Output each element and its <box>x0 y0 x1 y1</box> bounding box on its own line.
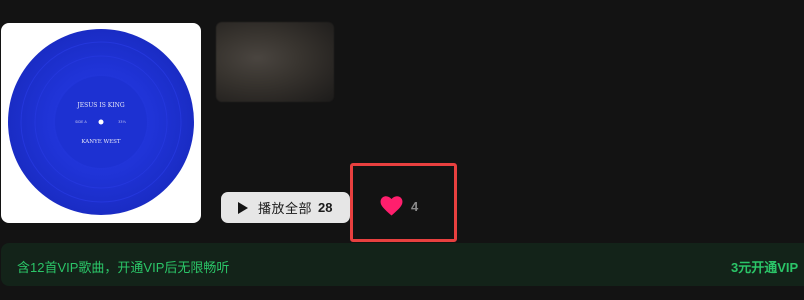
like-button[interactable]: 4 <box>380 196 418 216</box>
artist-thumbnail[interactable] <box>216 22 334 102</box>
cover-artist: KANYE WEST <box>81 139 121 145</box>
play-all-count: 28 <box>318 200 333 215</box>
vinyl-record-image: JESUS IS KING KANYE WEST SIDE A 33⅓ <box>8 29 194 215</box>
album-cover[interactable]: JESUS IS KING KANYE WEST SIDE A 33⅓ <box>1 23 201 223</box>
cover-side-label: SIDE A <box>75 120 87 124</box>
cover-title: JESUS IS KING <box>76 102 124 109</box>
vip-banner: 含12首VIP歌曲，开通VIP后无限畅听 3元开通VIP <box>1 243 804 286</box>
heart-icon <box>380 196 403 216</box>
play-all-button[interactable]: 播放全部 28 <box>221 192 350 223</box>
like-highlight-box: 4 <box>350 163 457 242</box>
like-count: 4 <box>411 198 419 214</box>
cover-speed-label: 33⅓ <box>118 120 126 124</box>
album-page: JESUS IS KING KANYE WEST SIDE A 33⅓ 播放全部… <box>0 0 804 300</box>
vip-message: 含12首VIP歌曲，开通VIP后无限畅听 <box>17 260 230 275</box>
vip-upgrade-link[interactable]: 3元开通VIP <box>731 257 798 276</box>
play-all-label: 播放全部 <box>258 201 313 216</box>
play-icon <box>238 201 248 214</box>
